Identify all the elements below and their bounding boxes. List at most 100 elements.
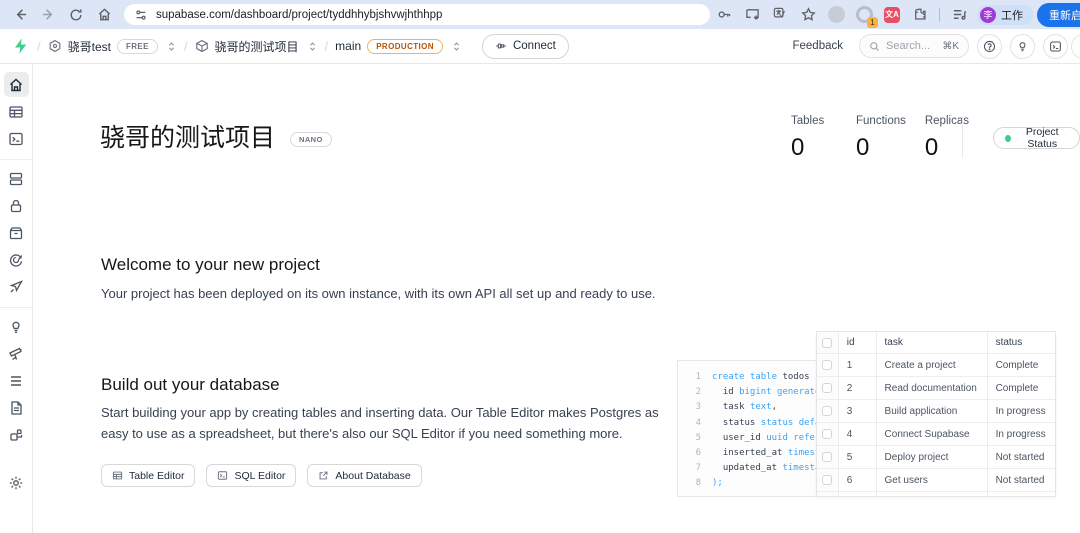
table-cell: Build application xyxy=(877,400,988,422)
checkbox-cell xyxy=(817,423,839,445)
sidebar-item-project-settings[interactable] xyxy=(4,470,29,495)
extensions-puzzle-icon[interactable] xyxy=(908,4,932,26)
search-placeholder: Search... xyxy=(886,40,930,52)
table-cell: Upgrade to Pro xyxy=(877,492,988,497)
address-bar[interactable]: supabase.com/dashboard/project/tyddhhybj… xyxy=(124,4,710,25)
sql-editor-label: SQL Editor xyxy=(234,470,285,482)
checkbox-cell xyxy=(817,354,839,376)
welcome-heading: Welcome to your new project xyxy=(101,255,320,275)
sidebar-item-sql-editor[interactable] xyxy=(4,126,29,151)
checkbox-icon xyxy=(822,452,832,462)
extension-disabled-icon[interactable] xyxy=(824,4,848,26)
translate-extension-icon[interactable]: 文A xyxy=(880,4,904,26)
breadcrumb-separator: / xyxy=(184,39,188,54)
sidebar-item-database[interactable] xyxy=(4,166,29,191)
table-cell: Not started xyxy=(988,492,1055,497)
site-info-icon[interactable] xyxy=(134,8,148,22)
browser-profile-chip[interactable]: 李 工作 xyxy=(977,5,1033,25)
advisors-lightbulb-button[interactable] xyxy=(1010,34,1035,59)
plug-icon xyxy=(495,40,507,52)
table-row: 1Create a projectComplete xyxy=(817,354,1055,377)
assistant-terminal-button[interactable] xyxy=(1043,34,1068,59)
search-input[interactable]: Search... ⌘K xyxy=(859,34,969,58)
table-row: 7Upgrade to ProNot started xyxy=(817,492,1055,497)
browser-restart-button[interactable]: 重新启动 xyxy=(1037,3,1080,27)
table-cell: 6 xyxy=(839,469,877,491)
sidebar-item-authentication[interactable] xyxy=(4,193,29,218)
sql-code: task text, xyxy=(712,400,777,415)
sidebar xyxy=(0,64,33,533)
password-key-icon[interactable] xyxy=(712,4,736,26)
todos-table-preview: idtaskstatus1Create a projectComplete2Re… xyxy=(816,331,1056,497)
extension-badge: 1 xyxy=(867,17,878,28)
sql-editor-button[interactable]: SQL Editor xyxy=(206,464,296,487)
forward-icon[interactable] xyxy=(36,3,60,27)
external-link-icon xyxy=(318,470,329,481)
column-header: id xyxy=(839,332,877,353)
search-icon xyxy=(869,41,880,52)
search-shortcut: ⌘K xyxy=(942,41,959,52)
checkbox-cell xyxy=(817,377,839,399)
supabase-logo-icon[interactable] xyxy=(12,37,30,55)
profile-name: 工作 xyxy=(1001,7,1023,23)
breadcrumb-project[interactable]: 骁哥的测试项目 xyxy=(195,38,318,55)
url-text[interactable]: supabase.com/dashboard/project/tyddhhybj… xyxy=(156,9,442,21)
hero: 骁哥的测试项目 NANO xyxy=(100,118,332,154)
line-number: 6 xyxy=(688,446,701,461)
checkbox-cell xyxy=(817,400,839,422)
sidebar-divider xyxy=(0,159,33,160)
table-cell: Create a project xyxy=(877,354,988,376)
sidebar-item-storage[interactable] xyxy=(4,220,29,245)
sidebar-item-reports[interactable] xyxy=(4,341,29,366)
line-number: 1 xyxy=(688,370,701,385)
about-database-button[interactable]: About Database xyxy=(307,464,421,487)
extension-badged-icon[interactable]: 1 xyxy=(852,4,876,26)
branch-name: main xyxy=(335,39,361,53)
table-cell: 1 xyxy=(839,354,877,376)
connect-button[interactable]: Connect xyxy=(482,34,569,59)
table-cell: Not started xyxy=(988,469,1055,491)
profile-avatar: 李 xyxy=(980,7,996,23)
table-cell: 4 xyxy=(839,423,877,445)
app-header: / 骁哥test FREE / 骁哥的测试项目 / main PRODUCTIO… xyxy=(0,29,1080,64)
bookmark-star-icon[interactable] xyxy=(796,4,820,26)
install-app-icon[interactable] xyxy=(740,4,764,26)
reload-icon[interactable] xyxy=(64,3,88,27)
table-cell: Complete xyxy=(988,354,1055,376)
sidebar-item-home[interactable] xyxy=(4,72,29,97)
status-dot-icon xyxy=(1005,135,1011,142)
home-icon[interactable] xyxy=(92,3,116,27)
project-switcher-icon[interactable] xyxy=(307,41,318,52)
table-cell: Connect Supabase xyxy=(877,423,988,445)
help-button[interactable] xyxy=(977,34,1002,59)
table-editor-button[interactable]: Table Editor xyxy=(101,464,195,487)
sidebar-item-table-editor[interactable] xyxy=(4,99,29,124)
build-heading: Build out your database xyxy=(101,375,280,395)
sidebar-item-integrations[interactable] xyxy=(4,422,29,447)
branch-switcher-icon[interactable] xyxy=(451,41,462,52)
sidebar-item-realtime[interactable] xyxy=(4,247,29,272)
sql-code: ); xyxy=(712,476,723,491)
sidebar-item-logs[interactable] xyxy=(4,368,29,393)
sidebar-item-edge-functions[interactable] xyxy=(4,274,29,299)
table-cell: Get users xyxy=(877,469,988,491)
org-switcher-icon[interactable] xyxy=(166,41,177,52)
build-actions: Table Editor SQL Editor About Database xyxy=(101,464,422,487)
stat-value: 0 xyxy=(856,134,906,162)
sidebar-item-advisors[interactable] xyxy=(4,314,29,339)
translate-icon[interactable] xyxy=(768,4,792,26)
line-number: 7 xyxy=(688,461,701,476)
back-icon[interactable] xyxy=(8,3,32,27)
project-box-icon xyxy=(195,39,209,53)
checkbox-cell xyxy=(817,332,839,353)
breadcrumb-org[interactable]: 骁哥test FREE xyxy=(48,38,177,55)
breadcrumb-branch[interactable]: main PRODUCTION xyxy=(335,39,462,54)
project-status-button[interactable]: Project Status xyxy=(993,127,1080,149)
line-number: 2 xyxy=(688,385,701,400)
checkbox-icon xyxy=(822,475,832,485)
compute-size-badge: NANO xyxy=(290,132,332,147)
feedback-button[interactable]: Feedback xyxy=(792,40,843,52)
breadcrumb-separator: / xyxy=(325,39,329,54)
tab-list-icon[interactable] xyxy=(947,4,971,26)
sidebar-item-api-docs[interactable] xyxy=(4,395,29,420)
